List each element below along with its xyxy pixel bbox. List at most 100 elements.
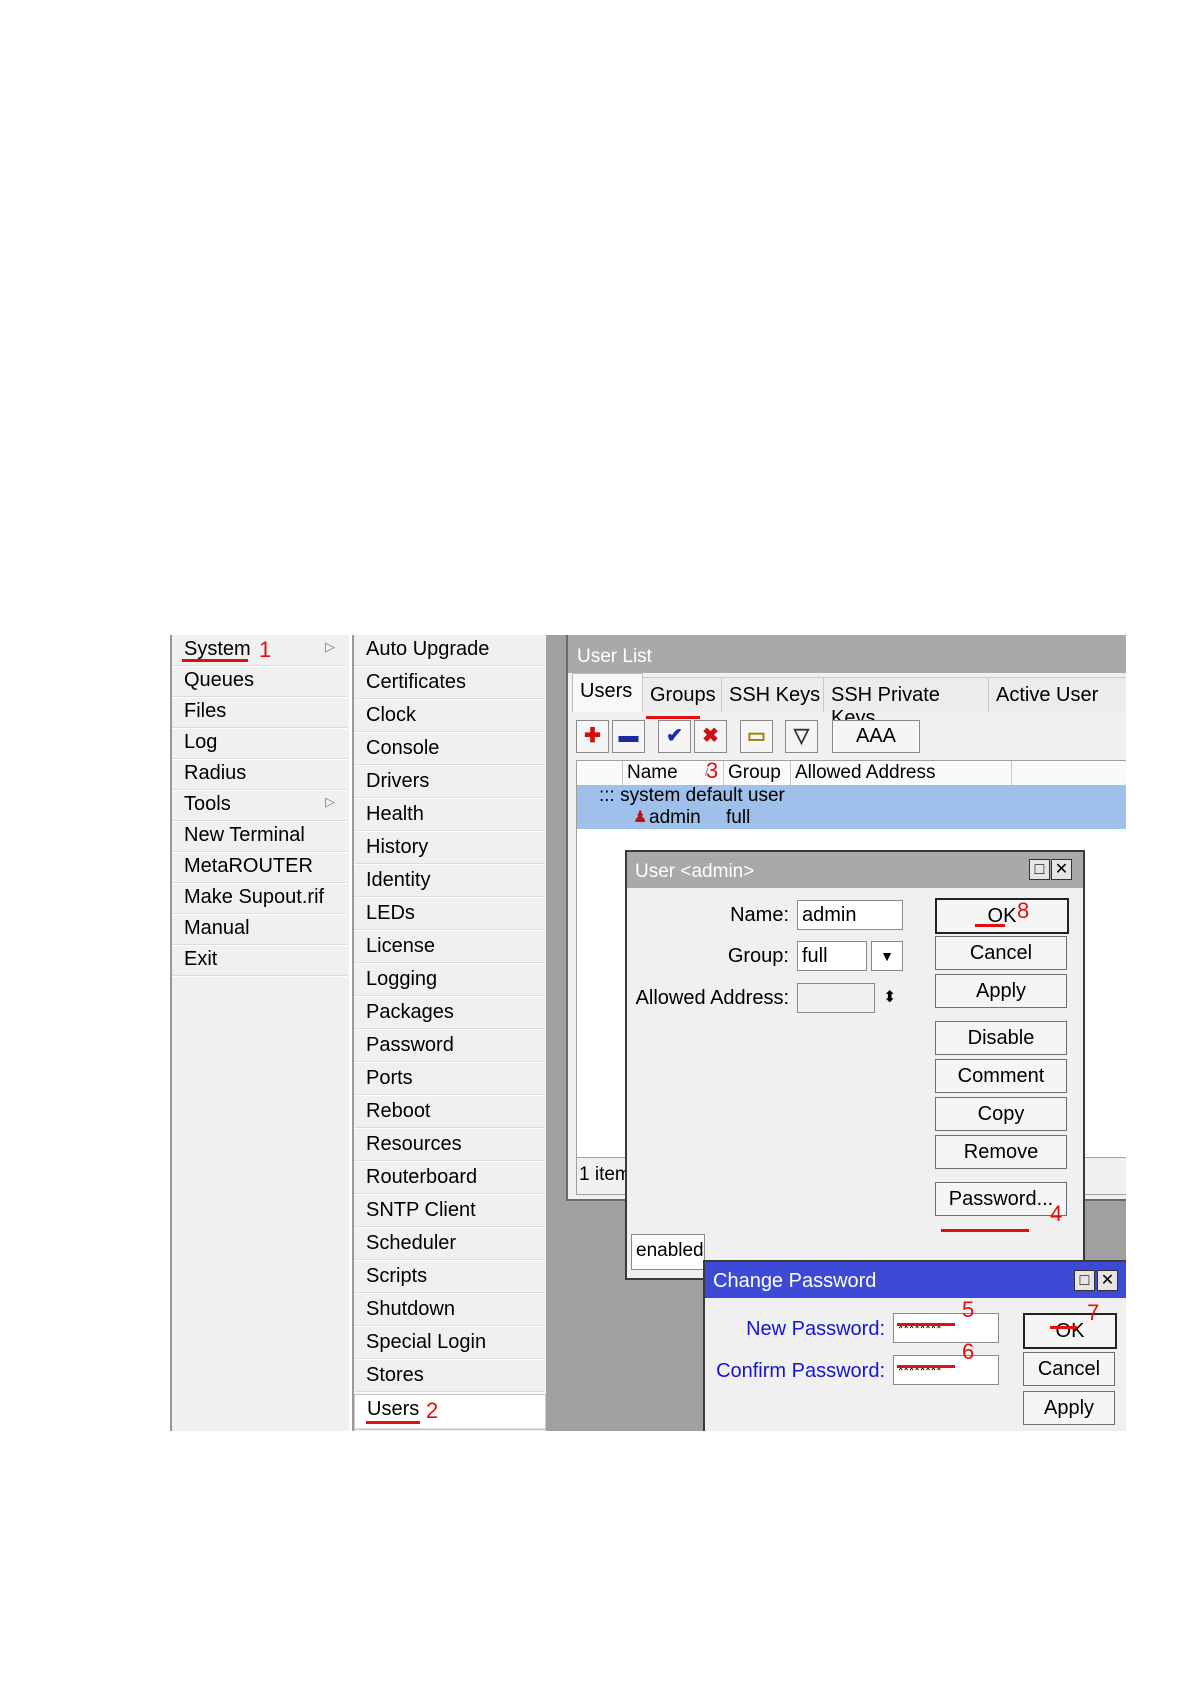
- menu-item-make-supout[interactable]: Make Supout.rif: [172, 883, 347, 915]
- submenu-item-auto-upgrade[interactable]: Auto Upgrade: [354, 635, 544, 667]
- tab-users[interactable]: Users: [572, 673, 643, 712]
- column-header-group[interactable]: Group: [724, 761, 791, 786]
- submenu-item-label: Stores: [366, 1364, 424, 1386]
- menu-item-label: Queues: [184, 669, 255, 691]
- close-icon[interactable]: ✕: [1097, 1270, 1118, 1291]
- tab-ssh-keys[interactable]: SSH Keys: [721, 677, 824, 712]
- dropdown-arrow-icon[interactable]: ▼: [871, 941, 903, 971]
- password-button[interactable]: Password...: [935, 1182, 1067, 1216]
- submenu-item-label: Auto Upgrade: [366, 638, 490, 660]
- submenu-item-label: Drivers: [366, 770, 430, 792]
- group-row[interactable]: ::: system default user: [577, 785, 1126, 807]
- allowed-address-label: Allowed Address:: [635, 987, 789, 1009]
- cancel-button[interactable]: Cancel: [935, 936, 1067, 970]
- submenu-item-console[interactable]: Console: [354, 734, 544, 766]
- submenu-item-users[interactable]: Users: [354, 1394, 546, 1430]
- menu-item-files[interactable]: Files: [172, 697, 347, 729]
- user-edit-dialog: User <admin> □ ✕ Name: admin Group: full…: [625, 850, 1085, 1280]
- menu-item-manual[interactable]: Manual: [172, 914, 347, 946]
- disable-button[interactable]: Disable: [935, 1021, 1067, 1055]
- table-row[interactable]: ♟ admin full: [577, 807, 1126, 829]
- submenu-item-stores[interactable]: Stores: [354, 1361, 544, 1393]
- submenu-item-resources[interactable]: Resources: [354, 1130, 544, 1162]
- submenu-item-special-login[interactable]: Special Login: [354, 1328, 544, 1360]
- copy-button[interactable]: Copy: [935, 1097, 1067, 1131]
- column-header-blank[interactable]: [577, 761, 623, 786]
- group-select[interactable]: full: [797, 941, 867, 971]
- menu-item-metarouter[interactable]: MetaROUTER: [172, 852, 347, 884]
- maximize-icon[interactable]: □: [1074, 1270, 1095, 1291]
- annotation-number: 7: [1087, 1300, 1100, 1325]
- submenu-item-scripts[interactable]: Scripts: [354, 1262, 544, 1294]
- submenu-arrow-icon: ▷: [325, 794, 335, 809]
- submenu-item-reboot[interactable]: Reboot: [354, 1097, 544, 1129]
- submenu-item-leds[interactable]: LEDs: [354, 899, 544, 931]
- submenu-item-shutdown[interactable]: Shutdown: [354, 1295, 544, 1327]
- cancel-button[interactable]: Cancel: [1023, 1352, 1115, 1386]
- apply-button[interactable]: Apply: [935, 974, 1067, 1008]
- submenu-item-logging[interactable]: Logging: [354, 965, 544, 997]
- close-icon[interactable]: ✕: [1051, 859, 1072, 880]
- updown-arrow-icon[interactable]: ⬍: [883, 987, 896, 1007]
- submenu-item-password[interactable]: Password: [354, 1031, 544, 1063]
- menu-item-radius[interactable]: Radius: [172, 759, 347, 791]
- tab-groups[interactable]: Groups: [642, 677, 722, 712]
- submenu-item-clock[interactable]: Clock: [354, 701, 544, 733]
- window-titlebar[interactable]: User List: [568, 635, 1126, 673]
- submenu-item-identity[interactable]: Identity: [354, 866, 544, 898]
- menu-item-new-terminal[interactable]: New Terminal: [172, 821, 347, 853]
- submenu-item-ports[interactable]: Ports: [354, 1064, 544, 1096]
- tab-label: Users: [580, 680, 633, 702]
- column-header-extra[interactable]: [1012, 761, 1126, 786]
- minus-icon: ▬: [618, 725, 639, 747]
- ok-button[interactable]: OK: [935, 898, 1069, 934]
- apply-button[interactable]: Apply: [1023, 1391, 1115, 1425]
- comment-button[interactable]: Comment: [935, 1059, 1067, 1093]
- allowed-address-field[interactable]: [797, 983, 875, 1013]
- submenu-item-scheduler[interactable]: Scheduler: [354, 1229, 544, 1261]
- submenu-item-history[interactable]: History: [354, 833, 544, 865]
- submenu-item-certificates[interactable]: Certificates: [354, 668, 544, 700]
- submenu-item-sntp-client[interactable]: SNTP Client: [354, 1196, 544, 1228]
- filter-icon: ▽: [793, 725, 810, 747]
- dialog-title: User <admin>: [635, 861, 755, 882]
- submenu-item-drivers[interactable]: Drivers: [354, 767, 544, 799]
- menu-item-exit[interactable]: Exit: [172, 945, 347, 977]
- remove-button[interactable]: Remove: [935, 1135, 1067, 1169]
- name-label: Name:: [730, 904, 789, 926]
- dialog-title: Change Password: [713, 1270, 877, 1292]
- remove-button[interactable]: ▬: [612, 720, 645, 753]
- submenu-item-health[interactable]: Health: [354, 800, 544, 832]
- name-field[interactable]: admin: [797, 900, 903, 930]
- menu-item-queues[interactable]: Queues: [172, 666, 347, 698]
- status-field: enabled: [631, 1234, 705, 1270]
- submenu-item-label: Identity: [366, 869, 431, 891]
- submenu-item-label: SNTP Client: [366, 1199, 476, 1221]
- menu-item-log[interactable]: Log: [172, 728, 347, 760]
- disable-button[interactable]: ✖: [694, 720, 727, 753]
- annotation-underline: [1050, 1326, 1077, 1329]
- tab-ssh-private-keys[interactable]: SSH Private Keys: [823, 677, 989, 729]
- annotation-underline: [897, 1323, 955, 1326]
- button-label: Comment: [957, 1065, 1045, 1087]
- column-label: Allowed Address: [795, 762, 936, 783]
- submenu-item-label: Reboot: [366, 1100, 431, 1122]
- comment-button[interactable]: ▭: [740, 720, 773, 753]
- submenu-item-label: Users: [367, 1398, 420, 1420]
- enable-button[interactable]: ✔: [658, 720, 691, 753]
- filter-button[interactable]: ▽: [785, 720, 818, 753]
- column-header-allowed-address[interactable]: Allowed Address: [791, 761, 1012, 786]
- dialog-titlebar[interactable]: User <admin> □ ✕: [627, 852, 1083, 888]
- aaa-button[interactable]: AAA: [832, 720, 920, 753]
- tab-active-users[interactable]: Active User: [988, 677, 1126, 712]
- ok-button[interactable]: OK: [1023, 1313, 1117, 1349]
- submenu-item-packages[interactable]: Packages: [354, 998, 544, 1030]
- confirm-password-field[interactable]: ********: [893, 1355, 999, 1385]
- submenu-item-license[interactable]: License: [354, 932, 544, 964]
- add-button[interactable]: ✚: [576, 720, 609, 753]
- menu-item-tools[interactable]: Tools ▷: [172, 790, 347, 822]
- new-password-field[interactable]: ********: [893, 1313, 999, 1343]
- dialog-titlebar[interactable]: Change Password □ ✕: [705, 1262, 1126, 1298]
- submenu-item-routerboard[interactable]: Routerboard: [354, 1163, 544, 1195]
- maximize-icon[interactable]: □: [1029, 859, 1050, 880]
